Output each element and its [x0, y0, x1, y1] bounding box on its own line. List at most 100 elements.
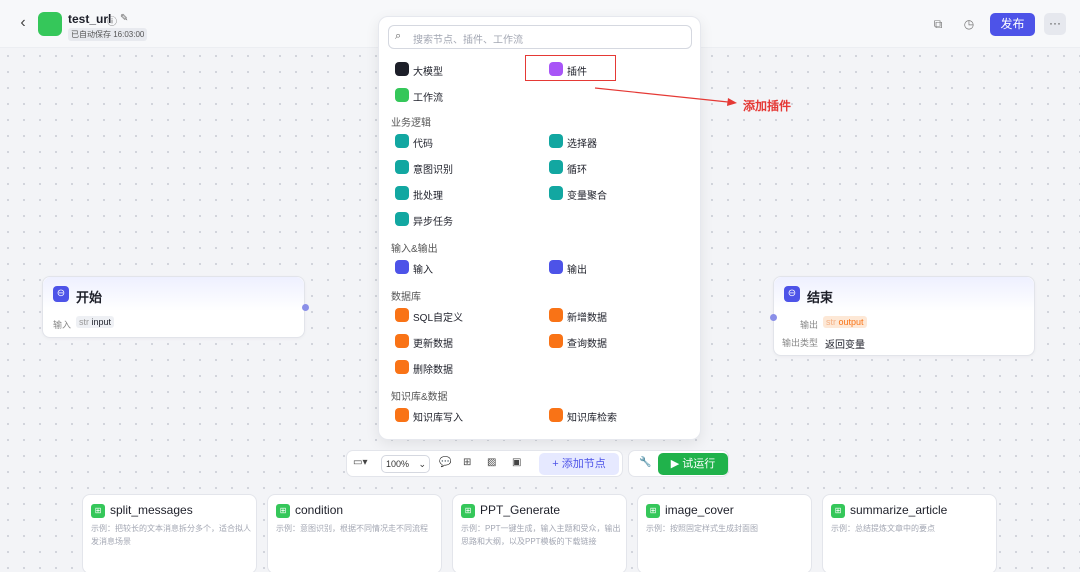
- info-icon[interactable]: ⓘ: [107, 13, 117, 28]
- node-item-label: 异步任务: [413, 217, 453, 228]
- node-item-label: 更新数据: [413, 339, 453, 350]
- node-item[interactable]: 循环: [547, 158, 687, 178]
- node-type-icon: [395, 334, 409, 348]
- node-item[interactable]: 输出: [547, 258, 687, 278]
- workflow-template-card[interactable]: ⊞ summarize_article 示例：总结提炼文章中的要点: [822, 494, 997, 572]
- node-type-icon: [395, 308, 409, 322]
- node-type-icon: [395, 212, 409, 226]
- edit-icon[interactable]: ✎: [120, 13, 128, 24]
- autosave-status: 已自动保存 16:03:00: [68, 28, 148, 41]
- wrench-icon[interactable]: 🔧: [639, 457, 651, 468]
- start-icon: ⊖: [53, 286, 69, 302]
- panel-section-title: 数据库: [391, 292, 421, 303]
- node-item[interactable]: 意图识别: [393, 158, 533, 178]
- end-output-kind-label: 输出类型: [782, 338, 819, 348]
- more-button[interactable]: ···: [1044, 13, 1066, 35]
- history-button[interactable]: ◷: [959, 14, 979, 34]
- workflow-template-card[interactable]: ⊞ split_messages 示例：把较长的文本消息拆分多个，适合拟人发消息场景: [82, 494, 257, 572]
- node-type-icon: [549, 334, 563, 348]
- start-output-port[interactable]: [302, 304, 309, 311]
- node-item[interactable]: 批处理: [393, 184, 533, 204]
- card-description: 示例：PPT一键生成，输入主题和受众，输出思路和大纲，以及PPT模板的下载链接: [461, 524, 621, 546]
- end-node-title: 结束: [807, 290, 834, 305]
- workflow-logo-icon: [38, 12, 62, 36]
- node-item[interactable]: 新增数据: [547, 306, 687, 326]
- node-item-label: 工作流: [413, 93, 443, 104]
- node-item[interactable]: 输入: [393, 258, 533, 278]
- node-item-label: 循环: [567, 165, 587, 176]
- node-item-label: 变量聚合: [567, 191, 607, 202]
- node-item-label: 知识库写入: [413, 413, 463, 424]
- run-toolbar: 🔧 ▶ 试运行: [628, 450, 729, 477]
- node-item[interactable]: 代码: [393, 132, 533, 152]
- node-item[interactable]: 异步任务: [393, 210, 533, 230]
- node-item-label: 输入: [413, 265, 433, 276]
- card-title: condition: [295, 503, 344, 517]
- card-description: 示例：总结提炼文章中的要点: [831, 524, 935, 533]
- node-type-icon: [549, 260, 563, 274]
- node-type-icon: [395, 88, 409, 102]
- node-item-label: 删除数据: [413, 365, 453, 376]
- end-output-kind-value: 返回变量: [825, 340, 865, 351]
- node-item-label: 查询数据: [567, 339, 607, 350]
- node-type-icon: [395, 408, 409, 422]
- add-node-button[interactable]: + 添加节点: [539, 453, 619, 475]
- workflow-template-card[interactable]: ⊞ image_cover 示例：按照固定样式生成封面图: [637, 494, 812, 572]
- node-type-icon: [395, 160, 409, 174]
- node-item[interactable]: 选择器: [547, 132, 687, 152]
- start-node[interactable]: ⊖ 开始 输入 str input: [42, 276, 309, 338]
- node-type-icon: [549, 308, 563, 322]
- node-item[interactable]: 大模型: [393, 60, 533, 80]
- node-type-icon: [549, 186, 563, 200]
- node-item-label: 意图识别: [413, 165, 453, 176]
- node-item-label: SQL自定义: [413, 313, 464, 324]
- start-node-header: ⊖ 开始: [43, 277, 304, 311]
- workflow-template-card[interactable]: ⊞ condition 示例：意图识别，根据不同情况走不同流程: [267, 494, 442, 572]
- node-item-label: 选择器: [567, 139, 597, 150]
- node-item[interactable]: 删除数据: [393, 358, 533, 378]
- node-item-label: 新增数据: [567, 313, 607, 324]
- node-item[interactable]: 更新数据: [393, 332, 533, 352]
- end-node-header: ⊖ 结束: [774, 277, 1034, 311]
- end-output-name: output: [838, 317, 864, 327]
- workflow-icon: ⊞: [831, 504, 845, 518]
- chevron-down-icon: ⌄: [418, 459, 426, 469]
- comment-icon[interactable]: 💬: [439, 457, 451, 468]
- test-run-button[interactable]: ▶ 试运行: [658, 453, 728, 475]
- layout-icon[interactable]: ⊞: [463, 457, 471, 468]
- workflow-template-card[interactable]: ⊞ PPT_Generate 示例：PPT一键生成，输入主题和受众，输出思路和大纲，…: [452, 494, 627, 572]
- start-input-label: 输入: [53, 320, 72, 330]
- node-item-label: 批处理: [413, 191, 443, 202]
- card-title: image_cover: [665, 503, 734, 517]
- node-item[interactable]: 知识库检索: [547, 406, 687, 426]
- end-node[interactable]: ⊖ 结束 输出 str output 输出类型 返回变量: [770, 276, 1035, 356]
- node-item[interactable]: 知识库写入: [393, 406, 533, 426]
- node-item[interactable]: 查询数据: [547, 332, 687, 352]
- note-icon[interactable]: ▣: [512, 457, 521, 468]
- card-description: 示例：把较长的文本消息拆分多个，适合拟人发消息场景: [91, 524, 251, 546]
- start-input-name: input: [91, 317, 112, 327]
- node-type-icon: [395, 186, 409, 200]
- image-icon[interactable]: ▨: [487, 457, 496, 468]
- node-item[interactable]: SQL自定义: [393, 306, 533, 326]
- end-input-port[interactable]: [770, 314, 777, 321]
- search-placeholder: 搜索节点、插件、工作流: [413, 35, 523, 46]
- node-item-label: 大模型: [413, 67, 443, 78]
- node-item[interactable]: 工作流: [393, 86, 533, 106]
- node-type-icon: [395, 360, 409, 374]
- publish-button[interactable]: 发布: [990, 13, 1035, 36]
- node-item[interactable]: 变量聚合: [547, 184, 687, 204]
- test-run-label: 试运行: [682, 458, 716, 470]
- search-input[interactable]: ⌕ 搜索节点、插件、工作流: [388, 25, 692, 49]
- card-description: 示例：意图识别，根据不同情况走不同流程: [276, 524, 428, 533]
- callout-arrow: [594, 87, 737, 106]
- annotation-add-plugin: 添加插件: [743, 99, 792, 113]
- card-description: 示例：按照固定样式生成封面图: [646, 524, 758, 533]
- back-button[interactable]: ‹: [14, 14, 32, 32]
- copy-button[interactable]: ⧉: [928, 14, 948, 34]
- minimap-icon[interactable]: ▭▾: [353, 457, 367, 468]
- card-title: summarize_article: [850, 503, 948, 517]
- node-type-icon: [549, 408, 563, 422]
- end-output-type: str: [826, 317, 836, 327]
- zoom-select[interactable]: 100% ⌄: [381, 455, 430, 473]
